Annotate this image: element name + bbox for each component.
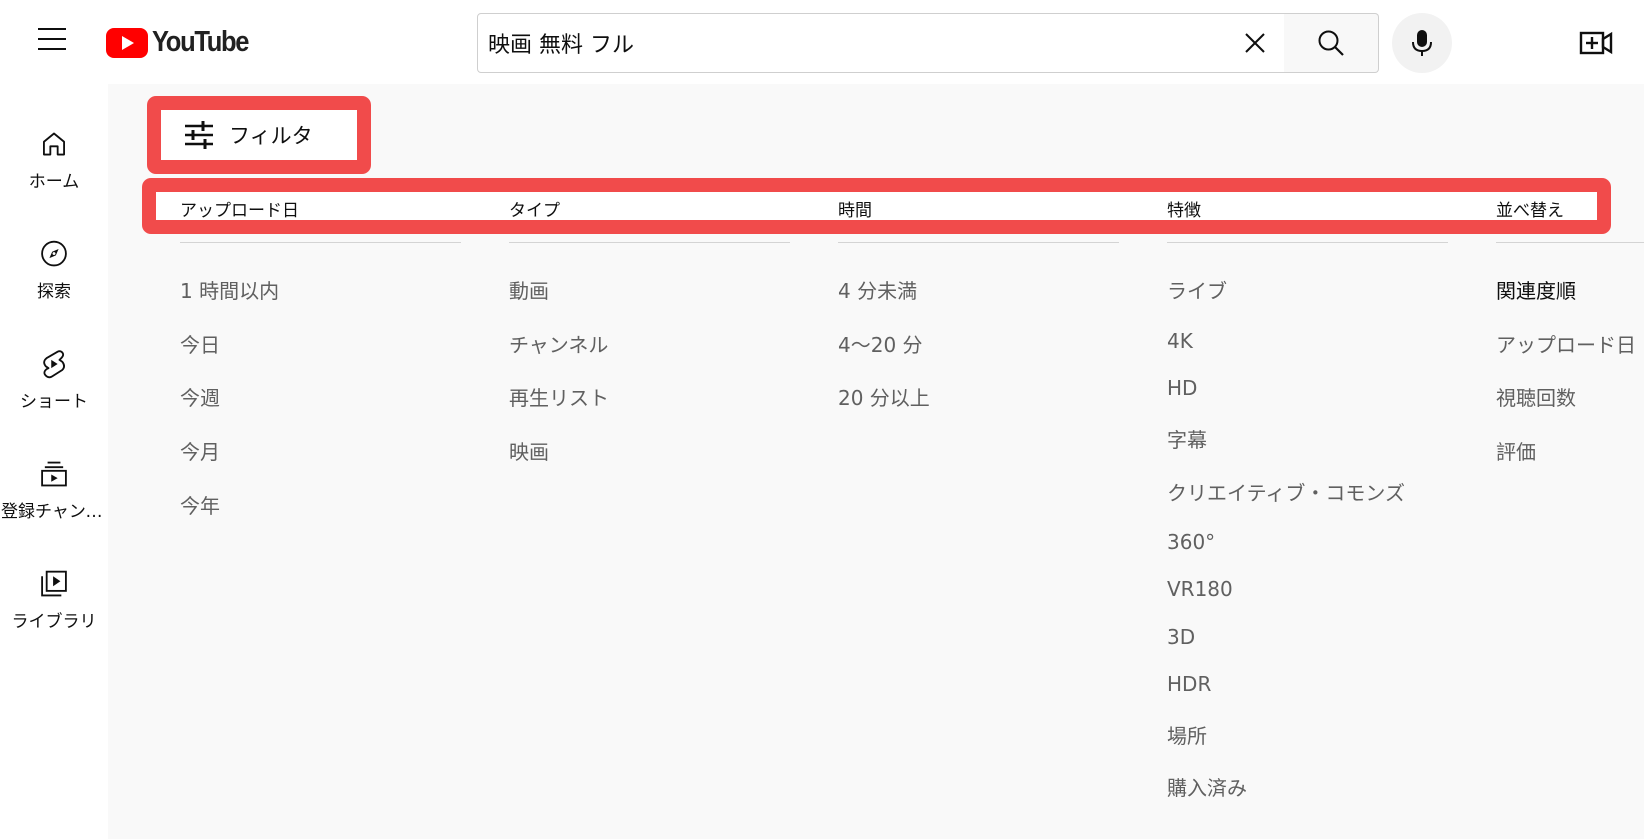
sidebar-item-label: ショート (20, 392, 88, 410)
compass-icon (41, 240, 67, 267)
filter-group-heading-features: 特徴 (1167, 201, 1201, 221)
filter-option-video[interactable]: 動画 (509, 275, 549, 304)
search-box (477, 13, 1285, 73)
sidebar-item-library[interactable]: ライブラリ (0, 540, 108, 630)
filter-button[interactable]: フィルタ (161, 110, 357, 160)
filter-option-4k[interactable]: 4K (1167, 329, 1193, 353)
mini-guide-sidebar: ホーム 探索 ショート 登録チャンネル ライブラリ (0, 84, 108, 839)
search-icon (1318, 30, 1344, 56)
filter-label: フィルタ (229, 124, 313, 148)
sidebar-item-home[interactable]: ホーム (0, 100, 108, 190)
filter-option-this-year[interactable]: 今年 (180, 490, 220, 519)
filter-option-hdr[interactable]: HDR (1167, 672, 1211, 696)
filter-option-this-week[interactable]: 今週 (180, 382, 220, 411)
filter-option-3d[interactable]: 3D (1167, 625, 1195, 649)
column-divider (838, 242, 1119, 243)
filter-option-subtitles[interactable]: 字幕 (1167, 424, 1207, 453)
subscriptions-icon (41, 461, 67, 487)
filter-option-360[interactable]: 360° (1167, 530, 1215, 554)
microphone-icon (1412, 30, 1432, 56)
filter-option-last-hour[interactable]: 1 時間以内 (180, 275, 279, 304)
youtube-logo[interactable]: YouTube (106, 26, 261, 59)
sidebar-item-label: ホーム (28, 172, 80, 190)
sidebar-item-explore[interactable]: 探索 (0, 210, 108, 300)
guide-menu-button[interactable] (38, 28, 70, 56)
column-divider (1167, 242, 1448, 243)
search-input[interactable] (488, 22, 1188, 64)
filter-option-over-20-min[interactable]: 20 分以上 (838, 382, 930, 411)
sidebar-item-label: 探索 (37, 282, 71, 300)
sort-option-rating[interactable]: 評価 (1496, 436, 1536, 465)
column-divider (180, 242, 461, 243)
filter-option-location[interactable]: 場所 (1167, 720, 1207, 749)
masthead: YouTube (0, 0, 1644, 84)
shorts-icon (43, 350, 65, 379)
filter-option-hd[interactable]: HD (1167, 376, 1197, 400)
column-divider (1496, 242, 1644, 243)
home-icon (43, 132, 65, 156)
hamburger-line (38, 38, 66, 40)
sidebar-item-label: 登録チャンネル (1, 502, 107, 520)
sidebar-item-shorts[interactable]: ショート (0, 320, 108, 410)
sidebar-item-label: ライブラリ (11, 612, 97, 630)
video-camera-plus-icon (1579, 31, 1613, 55)
library-icon (41, 570, 67, 597)
filter-option-4-to-20-min[interactable]: 4～20 分 (838, 329, 923, 358)
filter-option-purchased[interactable]: 購入済み (1167, 772, 1247, 801)
filter-group-heading-duration: 時間 (838, 201, 872, 221)
filter-group-heading-upload-date: アップロード日 (180, 201, 299, 221)
create-video-button[interactable] (1578, 26, 1614, 60)
tune-sliders-icon (185, 121, 213, 149)
filter-option-this-month[interactable]: 今月 (180, 436, 220, 465)
filter-group-heading-sort-by: 並べ替え (1496, 201, 1564, 221)
hamburger-line (38, 28, 66, 30)
filter-option-playlist[interactable]: 再生リスト (509, 382, 609, 411)
hamburger-line (38, 48, 66, 50)
filter-option-live[interactable]: ライブ (1167, 275, 1227, 304)
clear-search-button[interactable] (1240, 28, 1270, 58)
voice-search-button[interactable] (1392, 13, 1452, 73)
close-icon (1245, 33, 1265, 53)
filter-option-under-4-min[interactable]: 4 分未満 (838, 275, 917, 304)
logo-wordmark: YouTube (152, 26, 249, 58)
filter-headings-strip (156, 192, 1597, 220)
column-divider (509, 242, 790, 243)
filter-option-creative-commons[interactable]: クリエイティブ・コモンズ (1167, 477, 1405, 506)
sort-option-upload-date[interactable]: アップロード日 (1496, 329, 1636, 358)
filter-option-vr180[interactable]: VR180 (1167, 577, 1233, 601)
search-button[interactable] (1284, 13, 1379, 73)
sidebar-item-subscriptions[interactable]: 登録チャンネル (0, 430, 108, 520)
filter-option-today[interactable]: 今日 (180, 329, 220, 358)
sort-option-relevance[interactable]: 関連度順 (1496, 275, 1576, 304)
youtube-play-icon (106, 27, 148, 58)
filter-option-movie[interactable]: 映画 (509, 436, 549, 465)
sort-option-view-count[interactable]: 視聴回数 (1496, 382, 1576, 411)
filter-option-channel[interactable]: チャンネル (509, 329, 608, 358)
filter-group-heading-type: タイプ (509, 201, 560, 221)
